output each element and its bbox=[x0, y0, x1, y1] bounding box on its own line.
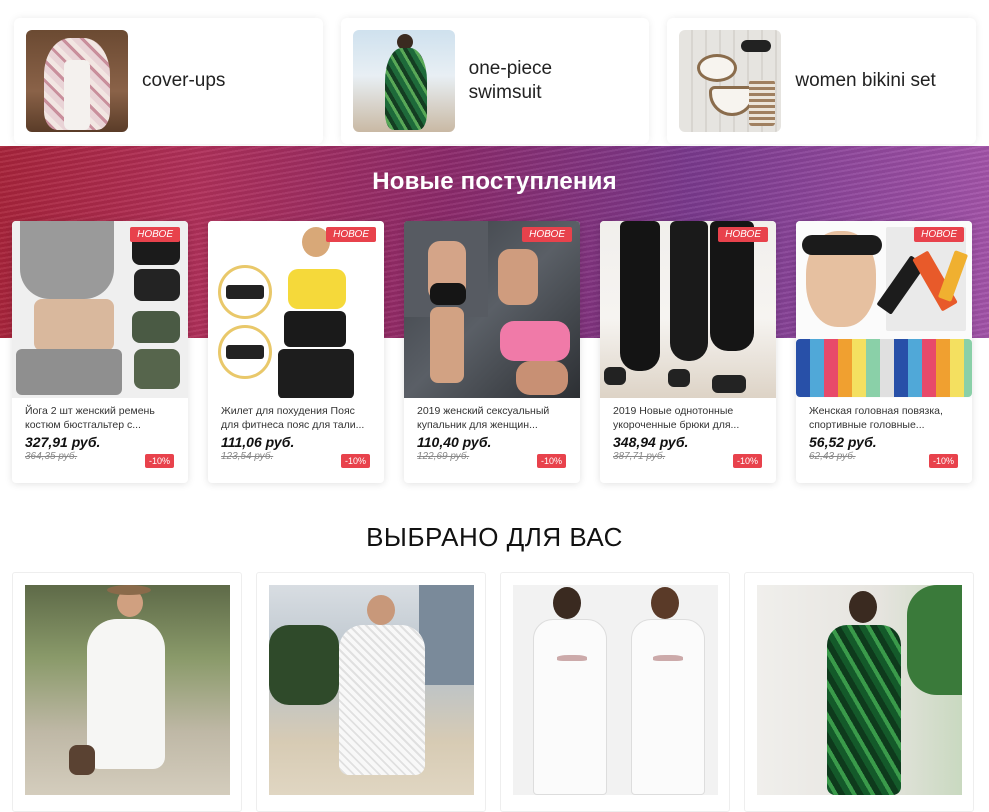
product-price: 348,94 руб. bbox=[613, 434, 689, 450]
product-card[interactable]: НОВОЕ 2019 Новые однотонные укороченные … bbox=[600, 221, 776, 483]
recommended-item-image bbox=[25, 585, 230, 795]
product-price: 111,06 руб. bbox=[221, 434, 295, 450]
product-price: 56,52 руб. bbox=[809, 434, 877, 450]
product-description: 2019 женский сексуальный купальник для ж… bbox=[417, 405, 550, 431]
new-arrivals-title: Новые поступления bbox=[372, 168, 617, 195]
product-price: 110,40 руб. bbox=[417, 434, 492, 450]
recommended-item[interactable] bbox=[12, 572, 242, 812]
category-image bbox=[26, 30, 128, 132]
product-description: 2019 Новые однотонные укороченные брюки … bbox=[613, 405, 740, 431]
category-tile-cover-ups[interactable]: cover-ups bbox=[14, 18, 323, 144]
product-old-price: 387,71 руб. bbox=[613, 451, 666, 462]
discount-badge: -10% bbox=[928, 454, 958, 468]
new-badge: НОВОЕ bbox=[914, 227, 964, 242]
category-label: women bikini set bbox=[795, 70, 936, 91]
category-tile-women-bikini-set[interactable]: women bikini set bbox=[667, 18, 977, 144]
product-old-price: 122,69 руб. bbox=[417, 451, 470, 462]
discount-badge: -10% bbox=[732, 454, 762, 468]
product-image: НОВОЕ bbox=[600, 221, 776, 398]
picked-for-you-title: ВЫБРАНО ДЛЯ ВАС bbox=[366, 522, 623, 552]
product-image: НОВОЕ bbox=[208, 221, 384, 398]
recommended-item-image bbox=[757, 585, 962, 795]
category-image bbox=[352, 30, 455, 132]
product-description: Жилет для похудения Пояс для фитнеса поя… bbox=[221, 405, 365, 431]
new-arrivals-list: НОВОЕ Йога 2 шт женский ремень костюм бю… bbox=[12, 221, 972, 483]
product-card[interactable]: НОВОЕ Жилет для похудения Пояс для фитне… bbox=[208, 221, 384, 483]
product-old-price: 62,43 руб. bbox=[809, 451, 856, 462]
product-card[interactable]: НОВОЕ Женская головная повязка, спортивн… bbox=[796, 221, 972, 483]
product-card[interactable]: НОВОЕ 2019 женский сексуальный купальник… bbox=[404, 221, 580, 483]
category-label: one-piece swimsuit bbox=[468, 58, 553, 103]
product-description: Женская головная повязка, спортивные гол… bbox=[809, 405, 943, 431]
product-old-price: 123,54 руб. bbox=[221, 451, 274, 462]
category-label: cover-ups bbox=[142, 70, 226, 91]
recommended-item-image bbox=[269, 585, 474, 795]
new-badge: НОВОЕ bbox=[130, 227, 180, 242]
new-badge: НОВОЕ bbox=[718, 227, 768, 242]
product-old-price: 364,35 руб. bbox=[25, 451, 78, 462]
discount-badge: -10% bbox=[536, 454, 566, 468]
picked-for-you-list bbox=[12, 572, 974, 812]
product-image: НОВОЕ bbox=[404, 221, 580, 398]
new-badge: НОВОЕ bbox=[326, 227, 376, 242]
discount-badge: -10% bbox=[144, 454, 174, 468]
product-description: Йога 2 шт женский ремень костюм бюстгаль… bbox=[25, 405, 155, 431]
product-price: 327,91 руб. bbox=[25, 434, 101, 450]
recommended-item[interactable] bbox=[256, 572, 486, 812]
new-badge: НОВОЕ bbox=[522, 227, 572, 242]
category-tile-one-piece-swimsuit[interactable]: one-piece swimsuit bbox=[340, 18, 650, 144]
product-card[interactable]: НОВОЕ Йога 2 шт женский ремень костюм бю… bbox=[12, 221, 188, 483]
discount-badge: -10% bbox=[340, 454, 370, 468]
recommended-item[interactable] bbox=[744, 572, 974, 812]
category-image bbox=[679, 30, 782, 132]
product-image: НОВОЕ bbox=[12, 221, 188, 398]
recommended-item-image bbox=[513, 585, 718, 795]
category-tiles: cover-ups one-piece swimsuit women bikin… bbox=[14, 18, 977, 144]
recommended-item[interactable] bbox=[500, 572, 730, 812]
product-image: НОВОЕ bbox=[796, 221, 972, 398]
